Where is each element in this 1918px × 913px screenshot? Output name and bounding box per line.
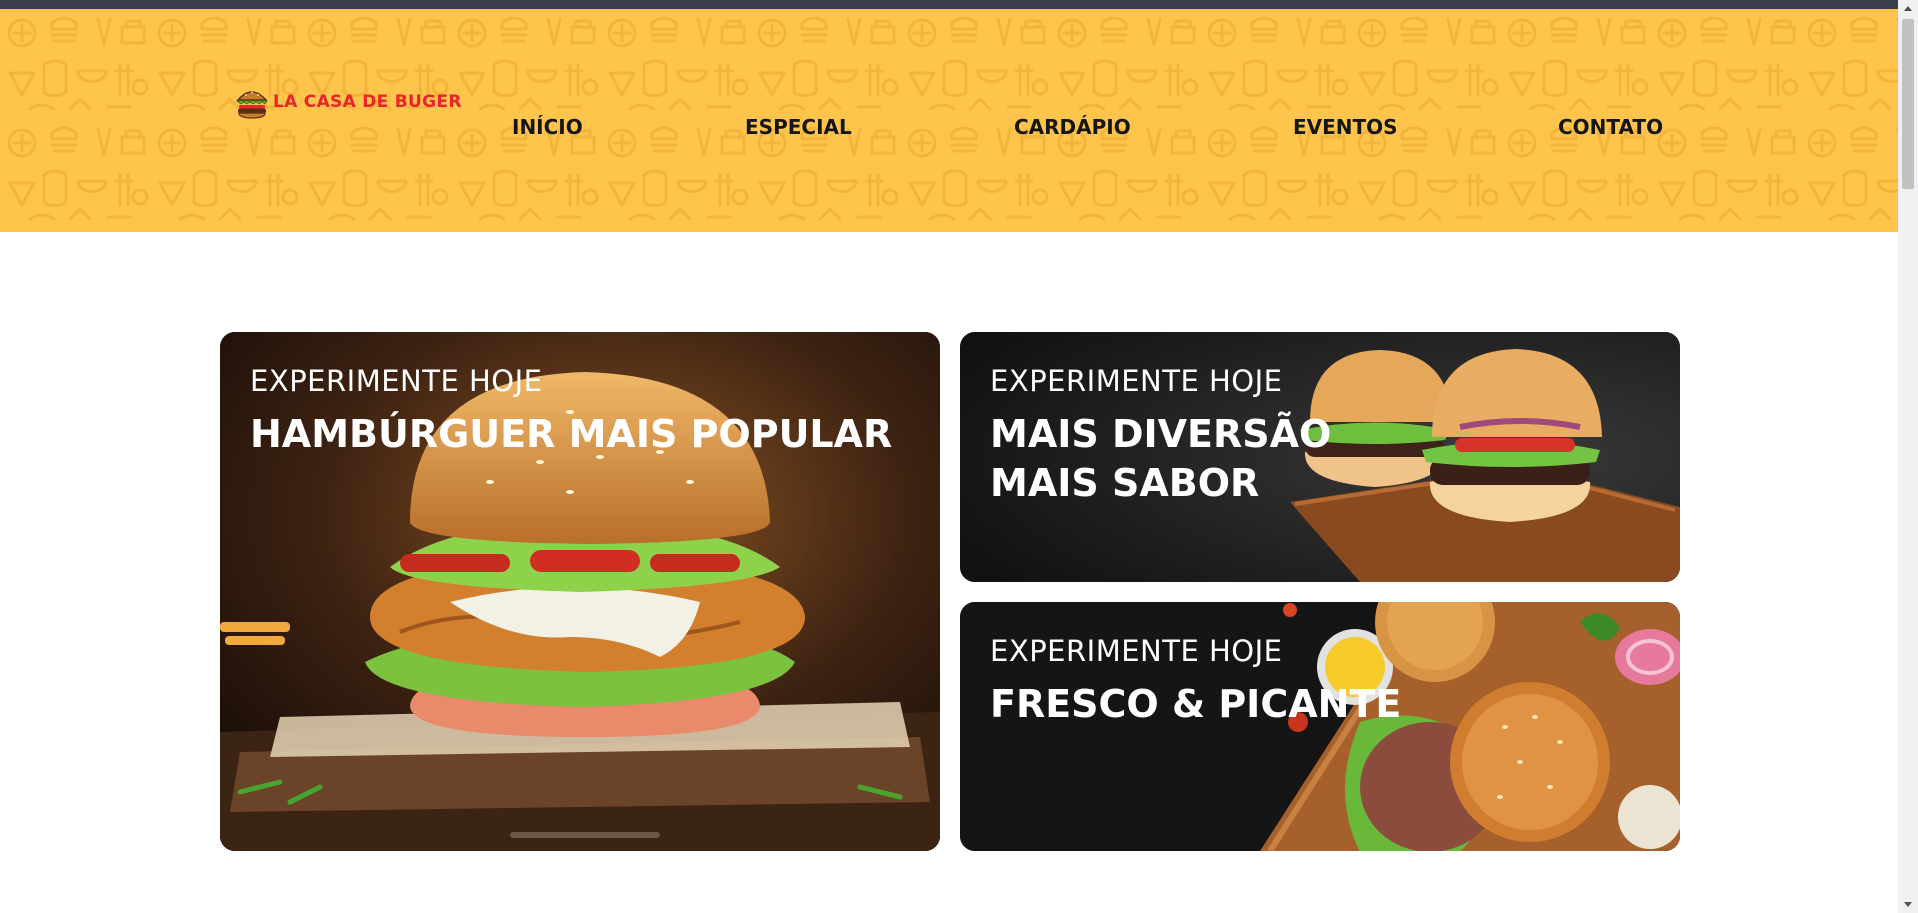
promo-card-diversao[interactable]: EXPERIMENTE HOJE MAIS DIVERSÃO MAIS SABO… — [960, 332, 1680, 582]
brand-name: LA CASA DE BUGER — [273, 92, 462, 112]
promo-kicker: EXPERIMENTE HOJE — [990, 364, 1283, 398]
promo-kicker: EXPERIMENTE HOJE — [250, 364, 543, 398]
nav-item-eventos[interactable]: EVENTOS — [1293, 115, 1398, 139]
promo-headline: HAMBÚRGUER MAIS POPULAR — [250, 410, 892, 459]
browser-top-strip — [0, 0, 1898, 9]
page-scrollbar[interactable] — [1898, 0, 1918, 913]
promo-card-popular[interactable]: EXPERIMENTE HOJE HAMBÚRGUER MAIS POPULAR — [220, 332, 940, 851]
nav-item-inicio[interactable]: INÍCIO — [512, 115, 583, 139]
scrollbar-thumb[interactable] — [1902, 19, 1914, 189]
promo-headline: MAIS DIVERSÃO MAIS SABOR — [990, 410, 1331, 508]
promo-headline-line: HAMBÚRGUER MAIS POPULAR — [250, 412, 893, 456]
nav-item-contato[interactable]: CONTATO — [1558, 115, 1663, 139]
scroll-up-arrow-icon[interactable] — [1898, 0, 1918, 17]
promo-kicker: EXPERIMENTE HOJE — [990, 634, 1283, 668]
main-nav: INÍCIO ESPECIAL CARDÁPIO EVENTOS CONTATO — [0, 115, 1898, 145]
site-header: LA CASA DE BUGER INÍCIO ESPECIAL CARDÁPI… — [0, 9, 1898, 232]
promo-headline: FRESCO & PICANTE — [990, 680, 1401, 729]
promo-headline-line: MAIS DIVERSÃO — [990, 412, 1332, 456]
promo-card-fresco[interactable]: EXPERIMENTE HOJE FRESCO & PICANTE — [960, 602, 1680, 851]
promo-headline-line: MAIS SABOR — [990, 461, 1260, 505]
nav-item-cardapio[interactable]: CARDÁPIO — [1014, 115, 1131, 139]
browser-viewport: LA CASA DE BUGER INÍCIO ESPECIAL CARDÁPI… — [0, 0, 1918, 913]
scroll-down-arrow-icon[interactable] — [1898, 896, 1918, 913]
nav-item-especial[interactable]: ESPECIAL — [745, 115, 852, 139]
promo-headline-line: FRESCO & PICANTE — [990, 682, 1402, 726]
